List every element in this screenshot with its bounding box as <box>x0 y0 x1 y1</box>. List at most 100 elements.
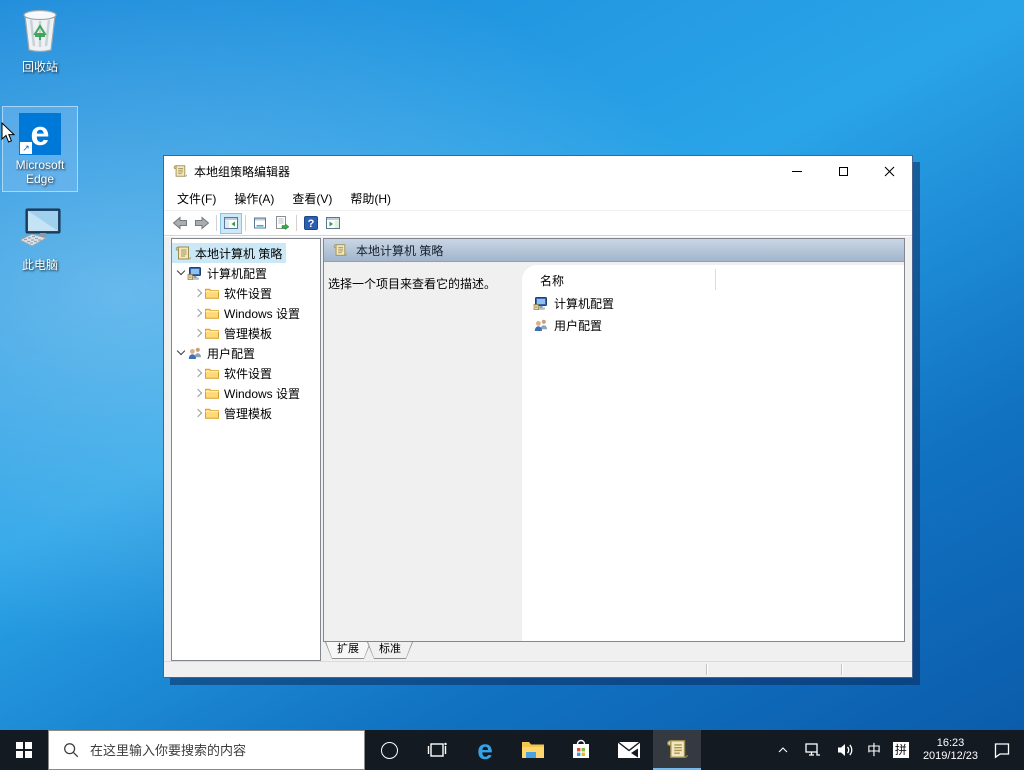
action-center-button[interactable] <box>986 730 1024 770</box>
forward-arrow-icon <box>194 215 210 231</box>
windows-logo-icon <box>16 742 32 758</box>
user-config-icon <box>187 345 203 361</box>
statusbar-divider <box>706 664 707 675</box>
window-title: 本地组策略编辑器 <box>194 164 291 179</box>
taskbar: e <box>0 730 1024 770</box>
items-list-panel: 名称 计算机配置 用户配置 <box>522 265 904 641</box>
tree-item-computer-configuration[interactable]: 计算机配置 <box>172 263 271 283</box>
close-button[interactable] <box>866 156 912 186</box>
help-button[interactable] <box>300 213 322 234</box>
recycle-bin-icon <box>23 9 57 53</box>
minimize-button[interactable] <box>774 156 820 186</box>
title-bar[interactable]: 本地组策略编辑器 <box>164 156 912 186</box>
mail-icon <box>617 741 641 758</box>
taskbar-explorer-button[interactable] <box>509 730 557 770</box>
menu-view[interactable]: 查看(V) <box>283 186 341 211</box>
list-item-user-configuration[interactable]: 用户配置 <box>533 315 602 335</box>
gpedit-icon <box>666 738 688 760</box>
toolbar <box>164 211 912 236</box>
menu-help[interactable]: 帮助(H) <box>341 186 400 211</box>
clock-time: 16:23 <box>936 737 965 749</box>
network-status-button[interactable] <box>797 730 829 770</box>
back-button[interactable] <box>169 213 191 234</box>
desktop-icon-label: Microsoft Edge <box>15 158 65 186</box>
search-input[interactable] <box>90 742 340 758</box>
show-action-pane-button[interactable] <box>322 213 344 234</box>
expand-chevron-icon[interactable] <box>192 387 204 399</box>
ime-mode-indicator[interactable]: 拼 <box>887 730 915 770</box>
gpedit-window: 本地组策略编辑器 文件(F) 操作(A) 查看(V) 帮助(H) 本地计算机 策… <box>163 155 913 678</box>
statusbar-divider <box>841 664 842 675</box>
folder-icon <box>204 385 220 401</box>
menu-file[interactable]: 文件(F) <box>168 186 225 211</box>
tree-item-user-windows-settings[interactable]: Windows 设置 <box>172 383 304 403</box>
taskbar-store-button[interactable] <box>557 730 605 770</box>
column-divider[interactable] <box>715 269 716 290</box>
clock[interactable]: 16:23 2019/12/23 <box>915 737 986 763</box>
desktop-icon-this-pc[interactable]: 此电脑 <box>2 206 78 272</box>
export-list-button[interactable] <box>271 213 293 234</box>
tab-extended[interactable]: 扩展 <box>325 642 371 659</box>
desktop-icon-microsoft-edge[interactable]: e ↗ Microsoft Edge <box>2 106 78 192</box>
start-button[interactable] <box>0 730 48 770</box>
ime-language-indicator[interactable]: 中 <box>861 730 887 770</box>
collapse-chevron-icon[interactable] <box>175 267 187 279</box>
desktop-icon-label: 回收站 <box>21 60 58 74</box>
cortana-button[interactable] <box>365 730 413 770</box>
action-center-icon <box>992 740 1012 760</box>
folder-icon <box>204 285 220 301</box>
menu-bar: 文件(F) 操作(A) 查看(V) 帮助(H) <box>164 186 912 211</box>
gpedit-app-icon <box>173 164 187 178</box>
status-bar <box>164 661 912 677</box>
mouse-cursor <box>1 122 16 143</box>
tree-item-computer-software-settings[interactable]: 软件设置 <box>172 283 276 303</box>
tree-item-user-configuration[interactable]: 用户配置 <box>172 343 259 363</box>
expand-chevron-icon[interactable] <box>192 327 204 339</box>
action-pane-icon <box>325 215 341 231</box>
tree-item-local-computer-policy[interactable]: 本地计算机 策略 <box>172 243 287 263</box>
expand-chevron-icon[interactable] <box>192 287 204 299</box>
properties-button[interactable] <box>249 213 271 234</box>
volume-button[interactable] <box>829 730 861 770</box>
edge-icon: e ↗ <box>19 113 61 155</box>
cortana-icon <box>380 741 398 759</box>
maximize-button[interactable] <box>820 156 866 186</box>
menu-action[interactable]: 操作(A) <box>225 186 283 211</box>
computer-config-icon <box>187 265 203 281</box>
tab-standard[interactable]: 标准 <box>367 642 413 659</box>
taskbar-search-box[interactable] <box>48 730 365 770</box>
taskbar-edge-button[interactable]: e <box>461 730 509 770</box>
show-console-tree-button[interactable] <box>220 212 242 234</box>
tree-item-user-software-settings[interactable]: 软件设置 <box>172 363 276 383</box>
taskbar-gpedit-button[interactable] <box>653 730 701 770</box>
results-header: 本地计算机 策略 <box>324 239 904 262</box>
forward-button[interactable] <box>191 213 213 234</box>
list-item-computer-configuration[interactable]: 计算机配置 <box>533 293 614 313</box>
system-tray: 中 拼 16:23 2019/12/23 <box>769 730 1024 770</box>
tree-item-user-admin-templates[interactable]: 管理模板 <box>172 403 276 423</box>
network-icon <box>803 740 823 760</box>
selection-description: 选择一个项目来查看它的描述。 <box>328 277 497 291</box>
back-arrow-icon <box>172 215 188 231</box>
volume-icon <box>835 740 855 760</box>
console-tree-panel[interactable]: 本地计算机 策略 计算机配置 软件设置 Windows 设置 管理模板 用户配置… <box>171 238 321 661</box>
expand-chevron-icon[interactable] <box>192 307 204 319</box>
collapse-chevron-icon[interactable] <box>175 347 187 359</box>
expand-chevron-icon[interactable] <box>192 367 204 379</box>
expand-chevron-icon[interactable] <box>192 407 204 419</box>
tree-item-computer-windows-settings[interactable]: Windows 设置 <box>172 303 304 323</box>
tray-expand-button[interactable] <box>769 730 797 770</box>
folder-icon <box>204 305 220 321</box>
tree-item-computer-admin-templates[interactable]: 管理模板 <box>172 323 276 343</box>
taskbar-mail-button[interactable] <box>605 730 653 770</box>
desktop-icon-recycle-bin[interactable]: 回收站 <box>2 4 78 74</box>
desktop[interactable]: 回收站 e ↗ Microsoft Edge 此电脑 本地组策略编辑器 文件(F… <box>0 0 1024 770</box>
console-tree-icon <box>223 215 239 231</box>
window-client-area: 本地计算机 策略 计算机配置 软件设置 Windows 设置 管理模板 用户配置… <box>164 237 912 677</box>
folder-icon <box>204 365 220 381</box>
column-header-name[interactable]: 名称 <box>540 272 564 289</box>
task-view-button[interactable] <box>413 730 461 770</box>
policy-scroll-icon <box>175 245 191 261</box>
this-pc-icon <box>18 208 61 247</box>
policy-scroll-icon <box>333 243 347 257</box>
